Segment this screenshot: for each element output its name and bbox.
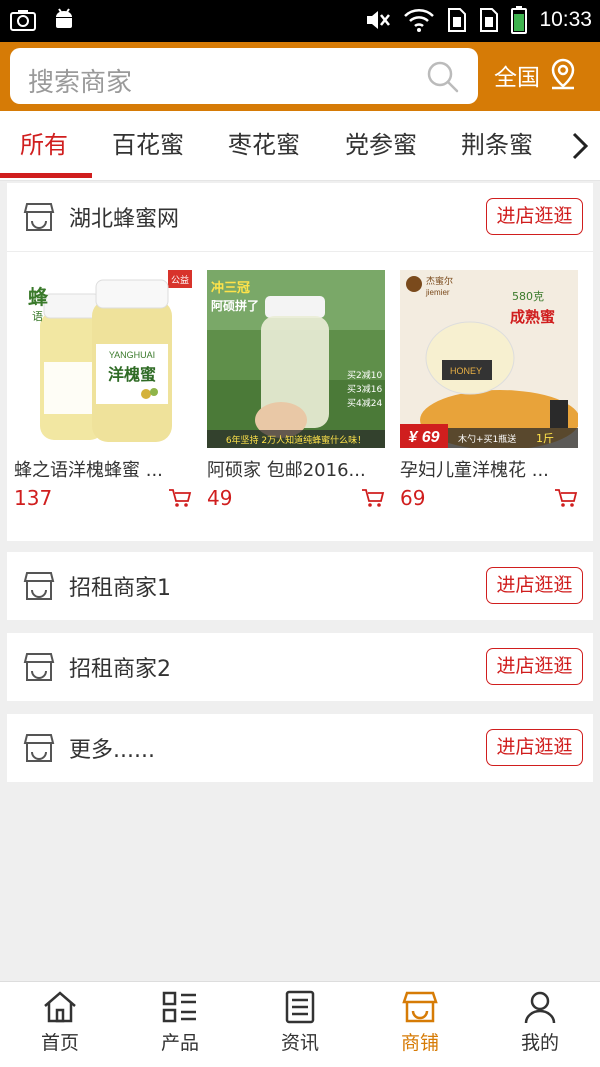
brand-en: jiemier [425,288,450,297]
visit-store-button[interactable]: 进店逛逛 [486,567,583,604]
header-bar: 搜索商家 全国 [0,42,600,111]
region-label: 全国 [494,65,540,91]
clock: 10:33 [539,8,592,31]
store-icon [23,653,55,681]
search-placeholder: 搜索商家 [28,68,133,98]
active-tab-indicator [0,173,92,178]
category-tabs: 所有 百花蜜 枣花蜜 党参蜜 荆条蜜 [0,111,600,181]
store-name: 湖北蜂蜜网 [69,207,180,232]
chevron-right-icon[interactable] [570,131,590,161]
shop-icon [402,991,438,1023]
brand-mark-sub: 语 [32,310,43,323]
tab-all[interactable]: 所有 [20,111,68,181]
product-price: 137 [14,486,53,510]
promo-text: 木勺+买1瓶送 [458,433,516,445]
home-icon [44,991,76,1023]
nav-label: 资讯 [280,1032,319,1054]
visit-store-button[interactable]: 进店逛逛 [486,648,583,685]
sim1-icon [448,8,467,32]
product-image[interactable]: 冲三冠 阿硕拼了 买2减10 买3减16 买4减24 6年坚持 2万人知道纯蜂蜜… [207,270,385,448]
store-header[interactable]: 招租商家1 进店逛逛 [7,552,593,620]
cart-icon[interactable] [361,488,385,508]
visit-store-button[interactable]: 进店逛逛 [486,198,583,235]
promo-title: 冲三冠 [211,280,250,296]
status-bar: 10:33 [0,0,600,42]
visit-store-button[interactable]: 进店逛逛 [486,729,583,766]
nav-label: 首页 [40,1032,79,1054]
store-name: 更多...... [69,738,155,763]
nav-news[interactable]: 资讯 [240,990,360,1055]
nav-label: 产品 [160,1032,199,1054]
deal-3: 买4减24 [347,397,382,409]
promo-sub: 阿硕拼了 [211,298,259,313]
search-input[interactable]: 搜索商家 [10,48,478,104]
location-pin-icon [551,58,575,90]
promo-banner: 6年坚持 2万人知道纯蜂蜜什么味！ [226,434,366,446]
cart-icon[interactable] [554,488,578,508]
promo-tail: 1斤 [536,432,554,445]
store-icon [23,572,55,600]
store-name: 招租商家2 [69,657,171,682]
nav-label: 我的 [520,1032,559,1054]
store-icon [23,734,55,762]
store-card: 招租商家1 进店逛逛 [7,552,593,620]
product-item[interactable]: 冲三冠 阿硕拼了 买2减10 买3减16 买4减24 6年坚持 2万人知道纯蜂蜜… [207,270,385,510]
store-header[interactable]: 湖北蜂蜜网 进店逛逛 [7,183,593,251]
product-list: 公益 YANGHUAI 洋槐蜜 蜂 语 蜂之语洋槐蜂蜜 ... 137 冲三冠 … [7,251,593,541]
nav-home[interactable]: 首页 [0,990,120,1055]
deal-1: 买2减10 [347,369,382,381]
store-icon [23,203,55,231]
corner-badge: 公益 [171,274,189,286]
nav-products[interactable]: 产品 [120,990,240,1055]
battery-icon [511,6,528,34]
store-header[interactable]: 招租商家2 进店逛逛 [7,633,593,701]
store-header[interactable]: 更多...... 进店逛逛 [7,714,593,782]
jar-label-cn: 洋槐蜜 [108,365,156,384]
nav-me[interactable]: 我的 [480,990,600,1055]
product-name: 孕妇儿童洋槐花 ... [400,460,549,481]
wifi-icon [404,9,435,32]
screenshot-icon [10,10,36,31]
image-price: ¥ 69 [408,429,439,446]
product-image[interactable]: HONEY 杰蜜尔 jiemier 580克 成熟蜜 ¥ 69 木勺+买1瓶送 … [400,270,578,448]
region-selector[interactable]: 全国 [494,58,578,92]
honey-label: HONEY [450,366,482,376]
product-price: 69 [400,486,426,510]
android-icon [56,8,72,28]
store-card: 招租商家2 进店逛逛 [7,633,593,701]
user-icon [524,991,556,1024]
bottom-nav: 首页 产品 资讯 商铺 我的 [0,981,600,1067]
tab-zaohua[interactable]: 枣花蜜 [228,111,300,181]
product-name: 蜂之语洋槐蜂蜜 ... [14,460,163,481]
product-image[interactable]: 公益 YANGHUAI 洋槐蜜 蜂 语 [14,270,192,448]
brand-mark: 蜂 [28,285,49,309]
tab-baihua[interactable]: 百花蜜 [112,111,184,181]
product-price: 49 [207,486,233,510]
list-icon [162,991,196,1023]
store-name: 招租商家1 [69,576,171,601]
product-name: 阿硕家 包邮2016... [207,460,366,481]
sim2-icon [480,8,499,32]
mute-icon [367,11,391,29]
store-card: 湖北蜂蜜网 进店逛逛 公益 YANGHUAI 洋槐蜜 蜂 语 蜂之语洋槐蜂蜜 .… [7,183,593,541]
tab-dangshen[interactable]: 党参蜜 [345,111,417,181]
slogan: 成熟蜜 [510,308,555,326]
product-item[interactable]: HONEY 杰蜜尔 jiemier 580克 成熟蜜 ¥ 69 木勺+买1瓶送 … [400,270,578,510]
weight-label: 580克 [512,290,544,303]
nav-label: 商铺 [400,1032,439,1054]
tab-jingtiao[interactable]: 荆条蜜 [461,111,533,181]
deal-2: 买3减16 [347,383,382,395]
search-icon[interactable] [426,60,460,94]
cart-icon[interactable] [168,488,192,508]
news-icon [285,990,315,1024]
nav-shops[interactable]: 商铺 [360,990,480,1055]
product-item[interactable]: 公益 YANGHUAI 洋槐蜜 蜂 语 蜂之语洋槐蜂蜜 ... 137 [14,270,192,510]
jar-label-en: YANGHUAI [109,350,155,360]
store-card: 更多...... 进店逛逛 [7,714,593,782]
brand-name: 杰蜜尔 [426,275,453,287]
